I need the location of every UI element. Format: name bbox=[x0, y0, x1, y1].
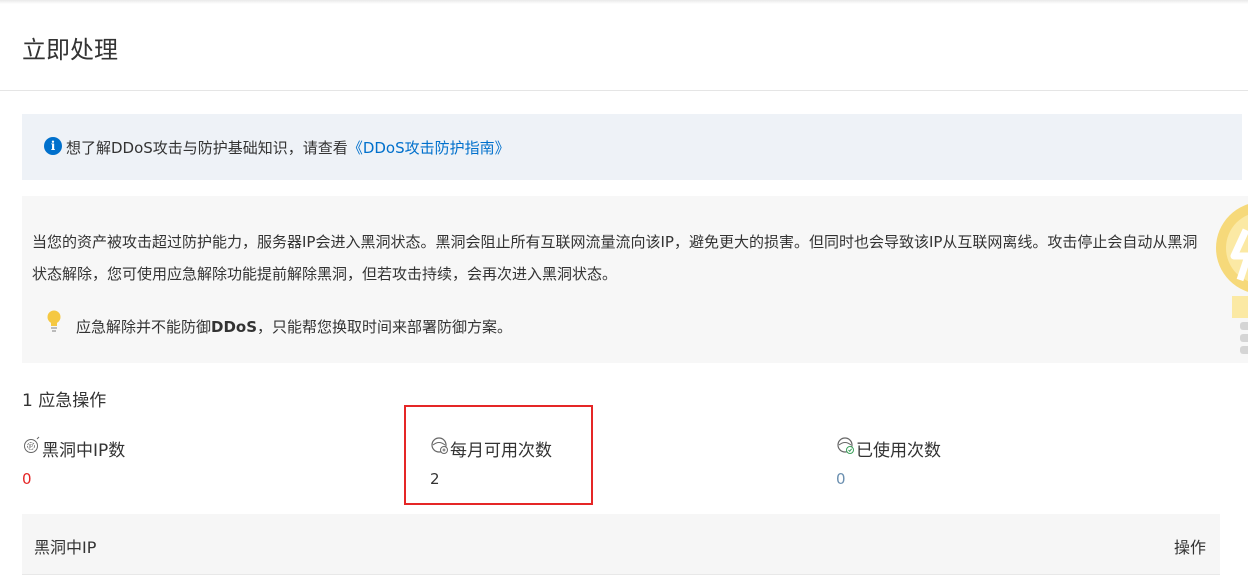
tip-text: 应急解除并不能防御DDoS，只能帮您换取时间来部署防御方案。 bbox=[76, 316, 512, 337]
tip-bold: DDoS bbox=[211, 318, 258, 336]
stat-label: 黑洞中IP数 bbox=[42, 441, 126, 461]
page-header: 立即处理 bbox=[0, 0, 1248, 91]
svg-text:IP: IP bbox=[29, 444, 34, 450]
stat-label: 已使用次数 bbox=[856, 441, 941, 461]
ddos-guide-link[interactable]: 《DDoS攻击防护指南》 bbox=[348, 139, 510, 157]
table-header: 黑洞中IP 操作 bbox=[22, 514, 1220, 575]
blackhole-ip-icon: IP bbox=[24, 436, 40, 453]
used-count-icon bbox=[837, 437, 854, 454]
tip-suffix: ，只能帮您换取时间来部署防御方案。 bbox=[257, 318, 513, 336]
info-message: 想了解DDoS攻击与防护基础知识，请查看 bbox=[66, 139, 348, 157]
info-banner: i 想了解DDoS攻击与防护基础知识，请查看《DDoS攻击防护指南》 bbox=[22, 114, 1242, 180]
lightbulb-icon bbox=[47, 310, 61, 332]
tip-prefix: 应急解除并不能防御 bbox=[76, 318, 212, 336]
section-title: 1 应急操作 bbox=[22, 391, 107, 411]
info-text: 想了解DDoS攻击与防护基础知识，请查看《DDoS攻击防护指南》 bbox=[66, 137, 510, 158]
notice-paragraph: 当您的资产被攻击超过防护能力，服务器IP会进入黑洞状态。黑洞会阻止所有互联网流量… bbox=[32, 233, 1198, 283]
stat-used-count: 已使用次数 0 bbox=[836, 436, 1036, 492]
column-header-ip: 黑洞中IP bbox=[34, 538, 97, 557]
stat-value: 0 bbox=[836, 470, 846, 488]
info-icon: i bbox=[44, 137, 62, 155]
stat-blackhole-ip: IP 黑洞中IP数 0 bbox=[22, 436, 222, 492]
highlight-box bbox=[404, 405, 593, 505]
stat-value: 0 bbox=[22, 470, 32, 488]
column-header-action: 操作 bbox=[1173, 538, 1206, 557]
page-title: 立即处理 bbox=[22, 36, 118, 64]
notice-panel: 当您的资产被攻击超过防护能力，服务器IP会进入黑洞状态。黑洞会阻止所有互联网流量… bbox=[22, 196, 1248, 363]
